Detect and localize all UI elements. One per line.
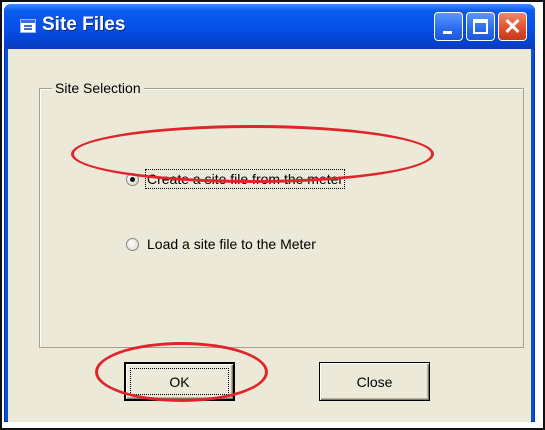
close-window-button[interactable]: ✕ [498,12,527,41]
minimize-button[interactable] [434,12,463,41]
minimize-icon [443,31,452,34]
site-selection-group [39,88,524,348]
close-icon: ✕ [503,14,522,39]
maximize-button[interactable] [466,12,495,41]
radio-label: Create a site file from the meter [144,169,346,189]
app-window-icon [20,19,36,33]
radio-button-selected[interactable] [126,172,139,186]
radio-create-site-file[interactable]: Create a site file from the meter [126,169,346,189]
focus-rectangle [130,368,229,395]
radio-load-site-file[interactable]: Load a site file to the Meter [126,236,316,252]
site-selection-group-label: Site Selection [52,80,144,96]
ok-button[interactable]: OK [124,362,235,401]
title-bar[interactable]: Site Files ✕ [4,4,535,49]
dialog-client-area: Site Selection Create a site file from t… [8,49,531,422]
site-files-dialog: Site Files ✕ Site Selection Create a sit… [4,4,535,422]
close-button-label: Close [356,373,393,390]
close-button[interactable]: Close [319,362,430,401]
maximize-icon [473,19,488,34]
window-title: Site Files [42,14,126,35]
radio-label: Load a site file to the Meter [147,236,316,252]
radio-button-unselected[interactable] [126,237,139,251]
